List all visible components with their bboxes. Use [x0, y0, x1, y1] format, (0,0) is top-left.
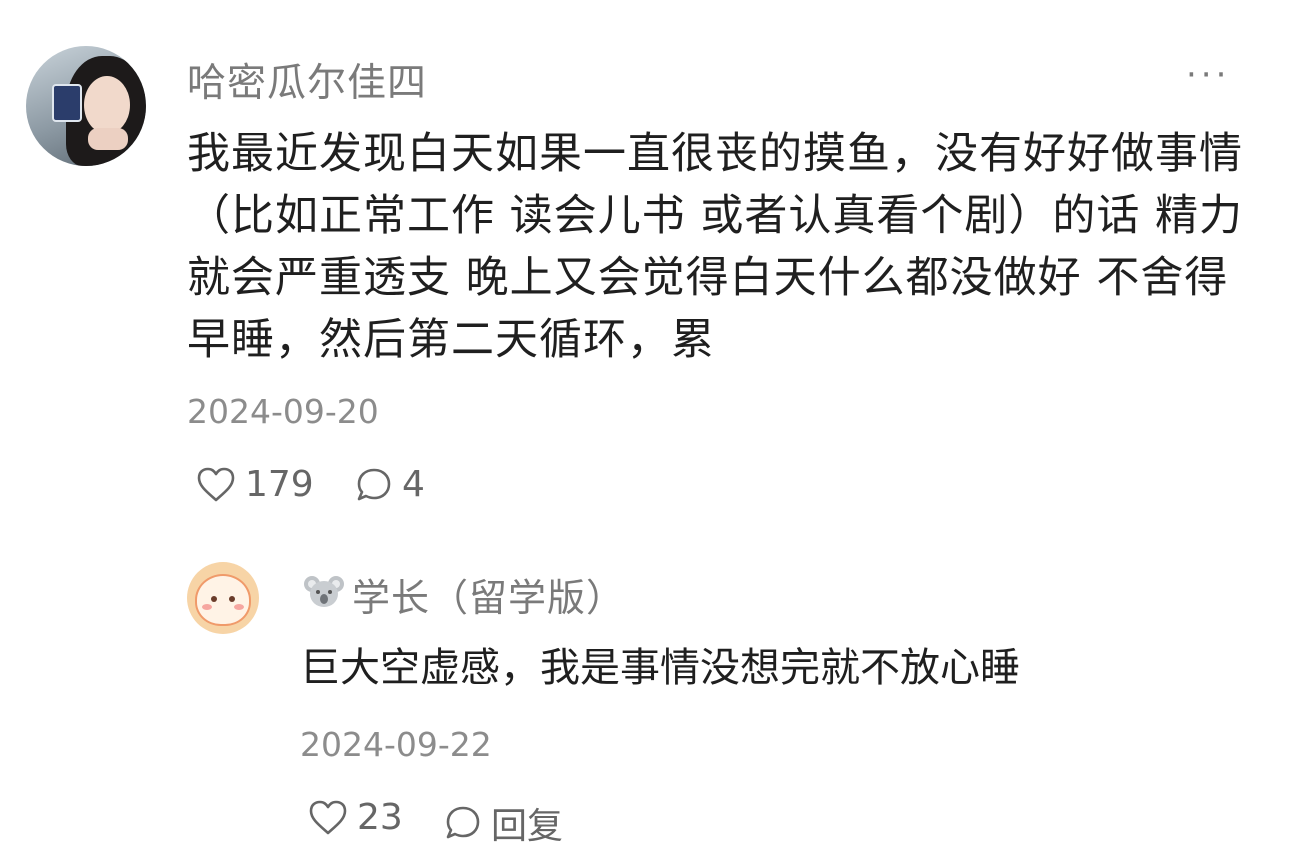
- heart-outline-icon: [197, 467, 235, 501]
- comment-like-button[interactable]: 179: [195, 464, 314, 505]
- reply-body: 巨大空虚感，我是事情没想完就不放心睡: [300, 645, 1020, 691]
- chat-bubble-icon: [446, 806, 480, 839]
- reply-like-button[interactable]: 23: [307, 797, 403, 838]
- comment-date: 2024-09-20: [187, 392, 379, 431]
- avatar-face: [84, 76, 130, 134]
- reply-label: 回复: [491, 806, 564, 847]
- reply-date: 2024-09-22: [300, 725, 492, 764]
- avatar-eye-left: [211, 596, 217, 602]
- avatar-cheek-left: [202, 604, 212, 610]
- ellipsis-icon[interactable]: ···: [1186, 58, 1230, 92]
- commenter-username[interactable]: 哈密瓜尔佳四: [187, 52, 427, 108]
- avatar-eye-right: [229, 596, 235, 602]
- reply-reply-button[interactable]: 回复: [443, 797, 563, 849]
- avatar-cheek-right: [234, 604, 244, 610]
- comment-reply-count-button[interactable]: 4: [354, 464, 425, 505]
- comment-like-count: 179: [245, 464, 314, 505]
- comment-body: 我最近发现白天如果一直很丧的摸鱼，没有好好做事情（比如正常工作 读会儿书 或者认…: [187, 129, 1244, 365]
- replier-avatar[interactable]: [187, 562, 259, 634]
- avatar-hand: [88, 128, 128, 150]
- avatar-bun: [195, 574, 251, 626]
- koala-icon: [304, 576, 344, 607]
- replier-username[interactable]: 学长（留学版）: [352, 567, 625, 622]
- comment-reply-count: 4: [402, 464, 425, 505]
- heart-outline-icon: [309, 800, 347, 834]
- chat-bubble-icon: [357, 468, 391, 500]
- commenter-avatar[interactable]: [26, 46, 146, 166]
- reply-like-count: 23: [357, 797, 403, 838]
- camera-icon: [52, 84, 82, 122]
